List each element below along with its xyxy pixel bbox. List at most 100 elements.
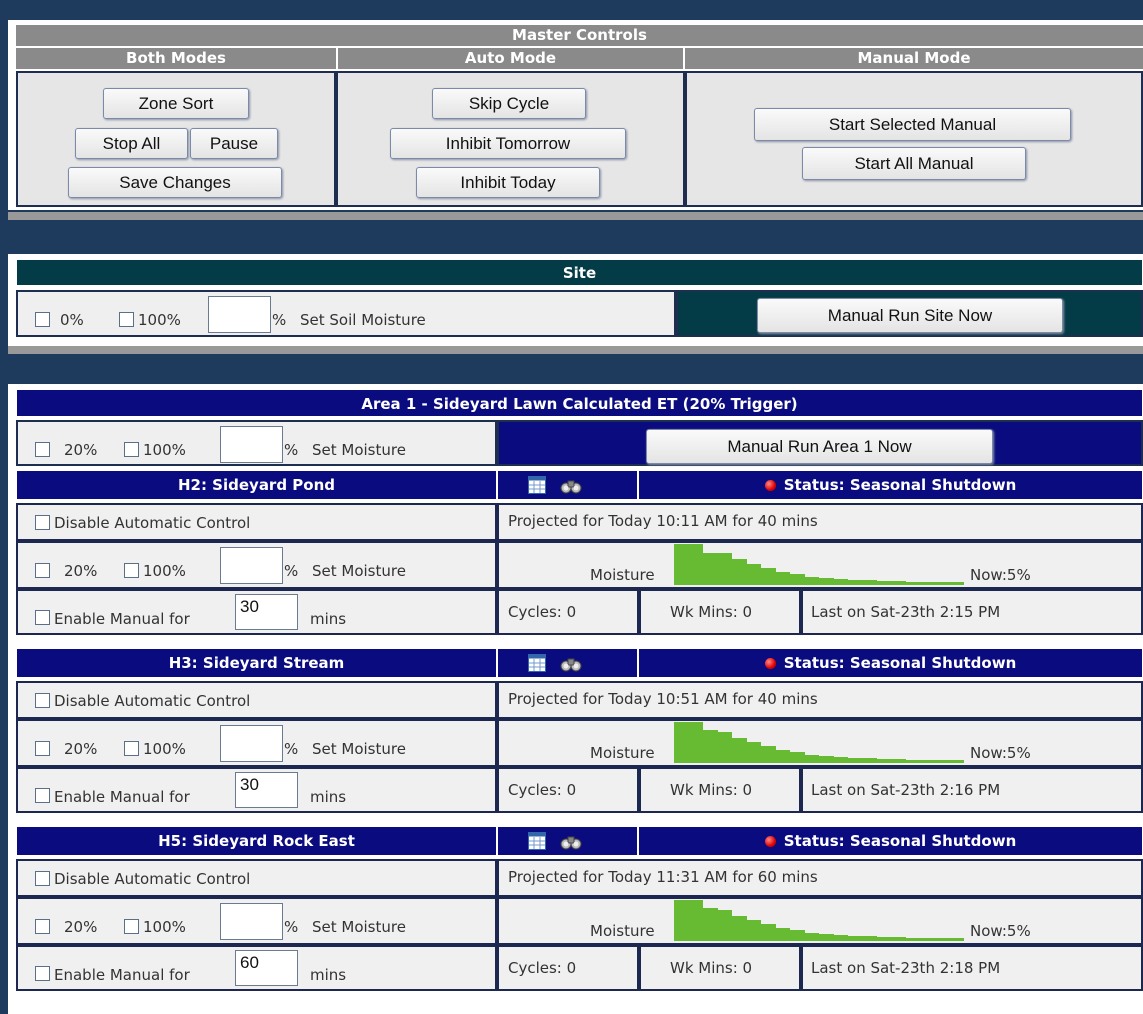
site-0pct-checkbox[interactable] — [35, 312, 50, 327]
zone-100pct-label: 100% — [143, 562, 186, 580]
zone-name-header: H2: Sideyard Pond — [16, 470, 497, 500]
moisture-bar — [862, 936, 877, 940]
zone-status-text: Status: Seasonal Shutdown — [783, 654, 1017, 672]
manual-minutes-input[interactable]: 60 — [235, 950, 298, 986]
zone-name-header: H3: Sideyard Stream — [16, 648, 497, 678]
site-title: Site — [16, 259, 1143, 286]
area-moisture-input[interactable] — [220, 426, 283, 463]
zone-moisture-input[interactable] — [220, 725, 283, 762]
calendar-icon[interactable] — [528, 476, 546, 494]
zone-percent-sign: % — [284, 918, 299, 936]
inhibit-today-button[interactable]: Inhibit Today — [416, 167, 600, 198]
moisture-bar — [935, 938, 950, 940]
moisture-bar — [775, 928, 790, 940]
moisture-bar — [848, 936, 863, 940]
moisture-now-label: Now:5% — [970, 744, 1031, 762]
enable-manual-label: Enable Manual for — [54, 966, 190, 984]
site-0pct-label: 0% — [60, 311, 84, 329]
moisture-bar — [862, 758, 877, 762]
zone-projected-text: Projected for Today 11:31 AM for 60 mins — [508, 868, 818, 886]
moisture-bar — [877, 936, 892, 940]
moisture-bar — [761, 924, 776, 940]
skip-cycle-button[interactable]: Skip Cycle — [432, 88, 586, 119]
binoculars-icon[interactable] — [560, 833, 582, 851]
area-20pct-label: 20% — [64, 441, 98, 459]
moisture-bar — [717, 732, 732, 762]
site-100pct-checkbox[interactable] — [119, 312, 134, 327]
zone-status-text: Status: Seasonal Shutdown — [783, 476, 1017, 494]
zone-laston-text: Last on Sat-23th 2:18 PM — [811, 959, 1001, 977]
enable-manual-checkbox[interactable] — [35, 788, 50, 803]
master-controls-panel: Master Controls Both Modes Auto Mode Man… — [8, 20, 1143, 210]
moisture-bar — [906, 581, 921, 584]
manual-run-site-button[interactable]: Manual Run Site Now — [757, 298, 1063, 333]
moisture-chart-label: Moisture — [590, 566, 655, 584]
moisture-bar — [877, 758, 892, 762]
zone-percent-sign: % — [284, 740, 299, 758]
save-changes-button[interactable]: Save Changes — [68, 167, 282, 198]
disable-automatic-control-checkbox[interactable] — [35, 693, 50, 708]
zone-100pct-checkbox[interactable] — [124, 919, 139, 934]
enable-manual-checkbox[interactable] — [35, 610, 50, 625]
moisture-bar — [717, 910, 732, 940]
zone-100pct-checkbox[interactable] — [124, 741, 139, 756]
moisture-bar — [703, 552, 718, 584]
moisture-bar — [703, 730, 718, 762]
area-title: Area 1 - Sideyard Lawn Calculated ET (20… — [16, 389, 1143, 417]
zone-cycles-text: Cycles: 0 — [508, 959, 577, 977]
moisture-bar — [746, 920, 761, 940]
zone-sort-button[interactable]: Zone Sort — [103, 88, 249, 119]
site-moisture-input[interactable] — [208, 296, 271, 333]
zone-projected-text: Projected for Today 10:51 AM for 40 mins — [508, 690, 818, 708]
manual-minutes-input[interactable]: 30 — [235, 594, 298, 630]
enable-manual-label: Enable Manual for — [54, 610, 190, 628]
disable-automatic-control-label: Disable Automatic Control — [54, 870, 251, 888]
site-100pct-label: 100% — [138, 311, 181, 329]
zone-moisture-input[interactable] — [220, 903, 283, 940]
area-20pct-checkbox[interactable] — [35, 442, 50, 457]
moisture-chart — [674, 722, 964, 763]
area-percent-sign: % — [284, 441, 299, 459]
disable-automatic-control-checkbox[interactable] — [35, 871, 50, 886]
zone-projected-text: Projected for Today 10:11 AM for 40 mins — [508, 512, 818, 530]
moisture-bar — [906, 937, 921, 940]
calendar-icon[interactable] — [528, 832, 546, 850]
zone-20pct-label: 20% — [64, 918, 98, 936]
moisture-bar — [949, 938, 964, 940]
zone-laston-text: Last on Sat-23th 2:16 PM — [811, 781, 1001, 799]
minutes-label: mins — [310, 788, 347, 806]
calendar-icon[interactable] — [528, 654, 546, 672]
enable-manual-checkbox[interactable] — [35, 966, 50, 981]
inhibit-tomorrow-button[interactable]: Inhibit Tomorrow — [390, 128, 626, 159]
binoculars-icon[interactable] — [560, 655, 582, 673]
stop-all-button[interactable]: Stop All — [75, 128, 188, 159]
moisture-bar — [703, 908, 718, 940]
start-all-manual-button[interactable]: Start All Manual — [802, 147, 1026, 180]
zone-cycles-text: Cycles: 0 — [508, 781, 577, 799]
moisture-bar — [819, 756, 834, 762]
area-set-moisture-label: Set Moisture — [312, 441, 406, 459]
start-selected-manual-button[interactable]: Start Selected Manual — [754, 108, 1071, 141]
zone-100pct-checkbox[interactable] — [124, 563, 139, 578]
area-100pct-checkbox[interactable] — [124, 442, 139, 457]
moisture-bar — [920, 759, 935, 762]
zone-20pct-label: 20% — [64, 562, 98, 580]
moisture-chart — [674, 900, 964, 941]
binoculars-icon[interactable] — [560, 477, 582, 495]
zone-moisture-input[interactable] — [220, 547, 283, 584]
moisture-bar — [790, 574, 805, 584]
moisture-bar — [833, 579, 848, 584]
moisture-bar — [877, 580, 892, 584]
manual-minutes-input[interactable]: 30 — [235, 772, 298, 808]
moisture-bar — [935, 582, 950, 584]
manual-run-area-button[interactable]: Manual Run Area 1 Now — [646, 429, 993, 464]
zone-20pct-checkbox[interactable] — [35, 741, 50, 756]
disable-automatic-control-checkbox[interactable] — [35, 515, 50, 530]
site-panel: Site 0% 100% % Set Soil Moisture Manual … — [8, 254, 1143, 350]
pause-button[interactable]: Pause — [190, 128, 278, 159]
moisture-chart-label: Moisture — [590, 744, 655, 762]
zone-20pct-checkbox[interactable] — [35, 563, 50, 578]
moisture-bar — [775, 572, 790, 584]
zone-20pct-checkbox[interactable] — [35, 919, 50, 934]
moisture-bar — [848, 580, 863, 584]
